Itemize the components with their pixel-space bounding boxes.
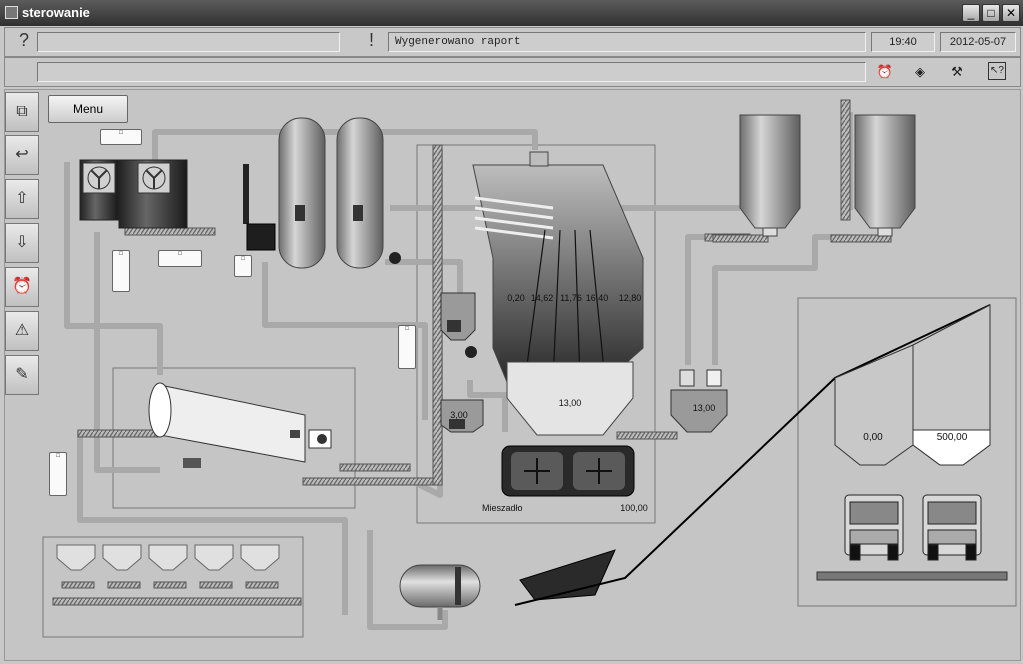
message-field: Wygenerowano raport — [388, 32, 866, 52]
device-tag[interactable]: □ — [158, 250, 202, 267]
close-button[interactable]: ✕ — [1002, 4, 1020, 22]
app-icon — [5, 6, 18, 19]
tools-icon[interactable]: ⚒ — [947, 62, 967, 82]
process-diagram — [42, 99, 1017, 638]
silo-value: 0,20 — [507, 293, 525, 303]
hopper-value: 13,00 — [558, 398, 582, 408]
window-title: sterowanie — [22, 5, 90, 20]
silo-value: 16,40 — [585, 293, 609, 303]
maximize-button[interactable]: □ — [982, 4, 1000, 22]
mixer-label: Mieszadło — [482, 503, 523, 513]
date-display: 2012-05-07 — [940, 32, 1016, 52]
device-tag[interactable]: □ — [49, 452, 67, 496]
minimize-button[interactable]: _ — [962, 4, 980, 22]
device-tag[interactable]: □ — [234, 255, 252, 277]
status-bar: ? ! Wygenerowano raport 19:40 2012-05-07 — [4, 27, 1021, 57]
tool-bar: ⏰ ◈ ⚒ ↖? — [4, 57, 1021, 87]
bin-value-left: 0,00 — [863, 432, 883, 443]
silo-value: 12,80 — [618, 293, 642, 303]
bin-value-right: 500,00 — [936, 432, 968, 443]
help-icon[interactable]: ? — [19, 30, 29, 51]
help-field — [37, 32, 340, 52]
device-tag[interactable]: □ — [100, 129, 142, 145]
process-canvas: ⧉ ↩ ⇧ ⇩ ⏰ ⚠ ✎ Menu □ □ □ □ □ □ 0,20 14,6… — [4, 89, 1021, 661]
weigh-value-right: 13,00 — [692, 403, 716, 413]
warning-diamond-icon[interactable]: ◈ — [910, 62, 930, 82]
mixer-value: 100,00 — [620, 503, 648, 513]
device-tag[interactable]: □ — [112, 250, 130, 292]
silo-value: 11,76 — [560, 293, 582, 303]
weigh-value-left: 3,00 — [450, 410, 468, 420]
alarm-clock-icon[interactable]: ⏰ — [875, 62, 895, 82]
time-display: 19:40 — [871, 32, 935, 52]
title-bar: sterowanie _ □ ✕ — [0, 0, 1023, 26]
device-tag[interactable]: □ — [398, 325, 416, 369]
silo-value: 14,62 — [530, 293, 554, 303]
alert-icon[interactable]: ! — [369, 30, 374, 51]
help-cursor-icon[interactable]: ↖? — [988, 62, 1006, 80]
command-field — [37, 62, 866, 82]
